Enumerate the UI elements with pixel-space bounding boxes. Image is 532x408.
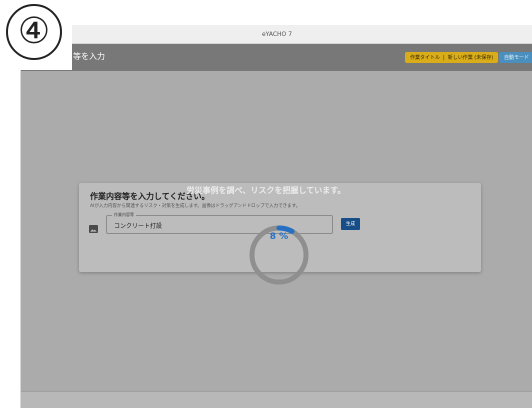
- window-titlebar: eYACHO 7: [21, 25, 532, 44]
- task-title-label: 作業タイトル: [410, 55, 441, 61]
- page-title: 等を入力: [73, 52, 105, 61]
- auto-mode-label: 自動モード: [504, 55, 530, 61]
- image-icon[interactable]: [89, 225, 98, 233]
- window-title: eYACHO 7: [261, 30, 293, 38]
- step-number: ④: [6, 4, 62, 60]
- progress-percent: 8 %: [269, 232, 289, 242]
- step-badge: ④: [0, 0, 72, 70]
- generate-button[interactable]: 生成: [341, 218, 360, 230]
- task-content-label: 作業内容等: [112, 212, 136, 218]
- auto-mode-toggle[interactable]: 自動モード: [499, 52, 532, 63]
- card-description: AIが入力内容から関連するリスク・対策を生成します。画像はドラッグアンドドロップ…: [90, 204, 301, 209]
- bottom-bar: [21, 391, 532, 408]
- task-title-value: 新しい作業 (未保存): [447, 55, 494, 61]
- task-title-separator: |: [443, 54, 445, 61]
- app-window: eYACHO 7 等を入力 作業タイトル | 新しい作業 (未保存) 自動モード…: [20, 25, 532, 408]
- app-header: 等を入力 作業タイトル | 新しい作業 (未保存) 自動モード: [21, 44, 532, 71]
- task-content-value: コンクリート打設: [114, 223, 163, 230]
- progress-message: 労災事例を調べ、リスクを把握しています。: [186, 186, 346, 195]
- task-title-chip[interactable]: 作業タイトル | 新しい作業 (未保存): [405, 52, 499, 63]
